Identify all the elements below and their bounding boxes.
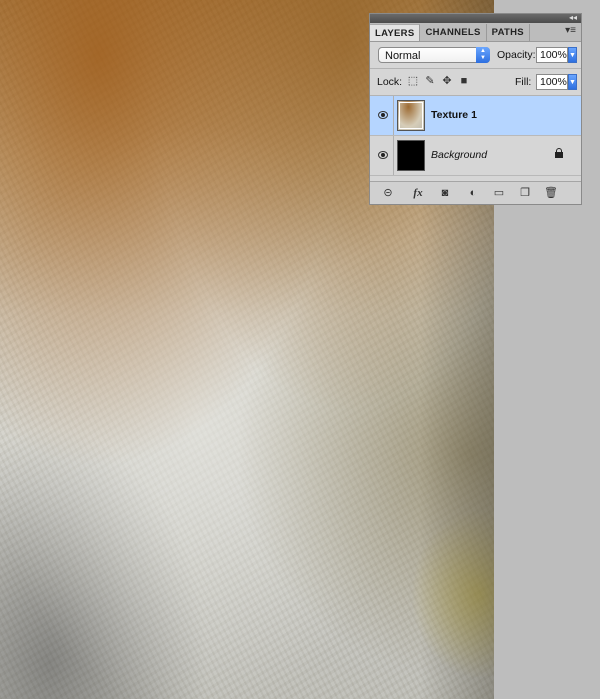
tab-channels[interactable]: CHANNELS xyxy=(420,24,487,41)
eye-icon[interactable] xyxy=(373,96,394,135)
new-layer-icon[interactable]: ❐ xyxy=(517,185,533,201)
blend-mode-stepper-icon[interactable]: ▲ ▼ xyxy=(476,47,490,63)
fill-field[interactable]: 100% xyxy=(536,74,568,90)
layer-mask-icon[interactable]: ◙ xyxy=(437,185,453,201)
opacity-dropdown-icon[interactable]: ▼ xyxy=(568,47,577,63)
lock-image-pixels-icon[interactable]: ✎ xyxy=(423,74,437,88)
layer-thumbnail[interactable] xyxy=(397,140,425,171)
layers-panel: ◂◂ LAYERS CHANNELS PATHS ▾≡ Normal ▲ ▼ Op… xyxy=(369,13,582,205)
panel-menu-icon[interactable]: ▾≡ xyxy=(565,25,576,36)
panel-titlebar[interactable]: ◂◂ xyxy=(370,13,581,23)
lock-fill-row: Lock: ⬚ ✎ ✥ ■ Fill: 100% ▼ xyxy=(370,69,581,96)
opacity-label: Opacity: xyxy=(497,49,536,61)
layer-row-background[interactable]: Background xyxy=(370,136,581,176)
opacity-field[interactable]: 100% xyxy=(536,47,568,63)
blend-mode-select[interactable]: Normal ▲ ▼ xyxy=(378,47,490,63)
fill-label: Fill: xyxy=(515,76,532,88)
link-layers-icon[interactable]: ⊝ xyxy=(380,185,396,201)
tab-layers[interactable]: LAYERS xyxy=(370,24,421,41)
trash-icon[interactable]: 🗑 xyxy=(543,185,559,201)
adjustment-layer-icon[interactable]: ◐ xyxy=(465,185,481,201)
lock-position-icon[interactable]: ✥ xyxy=(440,74,454,88)
lock-label: Lock: xyxy=(377,76,403,88)
layer-thumbnail[interactable] xyxy=(397,100,425,131)
blend-opacity-row: Normal ▲ ▼ Opacity: 100% ▼ xyxy=(370,42,581,69)
layer-name[interactable]: Texture 1 xyxy=(431,108,477,122)
blend-mode-value: Normal xyxy=(385,50,421,62)
panel-footer: ⊝ fx ◙ ◐ ▭ ❐ 🗑 xyxy=(370,181,581,204)
layers-list: Texture 1 Background xyxy=(370,96,581,176)
new-group-icon[interactable]: ▭ xyxy=(491,185,507,201)
layer-row-texture-1[interactable]: Texture 1 xyxy=(370,96,581,136)
fx-icon[interactable]: fx xyxy=(410,185,426,201)
lock-icon xyxy=(555,148,563,158)
layer-name[interactable]: Background xyxy=(431,148,487,162)
panel-tabs: LAYERS CHANNELS PATHS ▾≡ xyxy=(370,23,581,42)
tab-paths[interactable]: PATHS xyxy=(487,24,530,41)
lock-transparent-pixels-icon[interactable]: ⬚ xyxy=(406,74,420,88)
lock-all-icon[interactable]: ■ xyxy=(457,74,471,88)
eye-icon[interactable] xyxy=(373,136,394,175)
fill-dropdown-icon[interactable]: ▼ xyxy=(568,74,577,90)
